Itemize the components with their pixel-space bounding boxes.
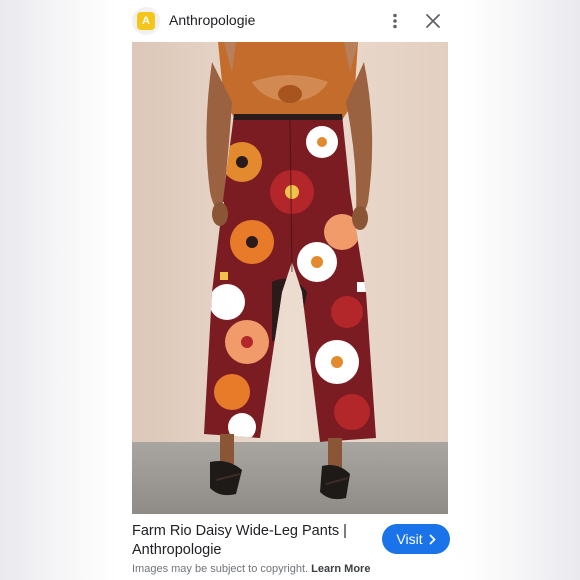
close-button[interactable]	[422, 10, 444, 32]
product-photo	[132, 42, 448, 514]
learn-more-link[interactable]: Learn More	[311, 563, 370, 575]
close-icon	[426, 14, 440, 28]
site-favicon: A	[132, 7, 160, 35]
visit-label: Visit	[396, 531, 423, 547]
copyright-notice: Images may be subject to copyright. Lear…	[132, 563, 370, 575]
source-header: A Anthropologie	[118, 0, 462, 42]
chevron-right-icon	[429, 534, 435, 544]
copyright-text: Images may be subject to copyright.	[132, 563, 309, 575]
site-name[interactable]: Anthropologie	[169, 12, 255, 28]
image-preview-panel: A Anthropologie Farm Rio Daisy Wide-Leg …	[118, 0, 462, 580]
more-options-button[interactable]	[384, 10, 406, 32]
favicon-letter: A	[137, 12, 155, 30]
visit-button[interactable]: Visit	[382, 524, 450, 554]
result-title[interactable]: Farm Rio Daisy Wide-Leg Pants | Anthropo…	[132, 522, 362, 560]
more-vertical-icon	[393, 13, 397, 29]
product-image[interactable]	[132, 42, 448, 514]
